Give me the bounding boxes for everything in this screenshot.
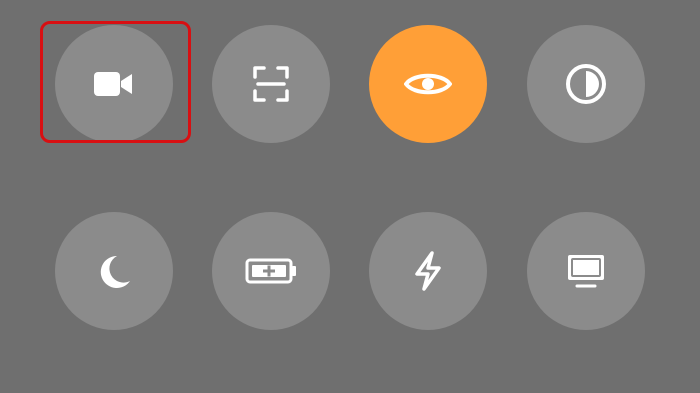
lightning-icon [415, 251, 441, 291]
night-mode-button[interactable] [55, 212, 173, 330]
battery-plus-icon [245, 258, 296, 284]
video-camera-icon [94, 72, 132, 96]
qr-scan-icon [253, 66, 289, 102]
eye-comfort-button[interactable] [369, 25, 487, 143]
screen-mirroring-button[interactable] [527, 212, 645, 330]
flash-button[interactable] [369, 212, 487, 330]
moon-icon [100, 255, 130, 288]
screen-recording-button[interactable] [55, 25, 173, 143]
battery-saver-button[interactable] [212, 212, 330, 330]
code-scanner-button[interactable] [212, 25, 330, 143]
dark-mode-button[interactable] [527, 25, 645, 143]
contrast-icon [566, 64, 606, 104]
eye-icon [404, 73, 452, 95]
control-center-panel [0, 0, 700, 393]
monitor-icon [568, 255, 604, 288]
